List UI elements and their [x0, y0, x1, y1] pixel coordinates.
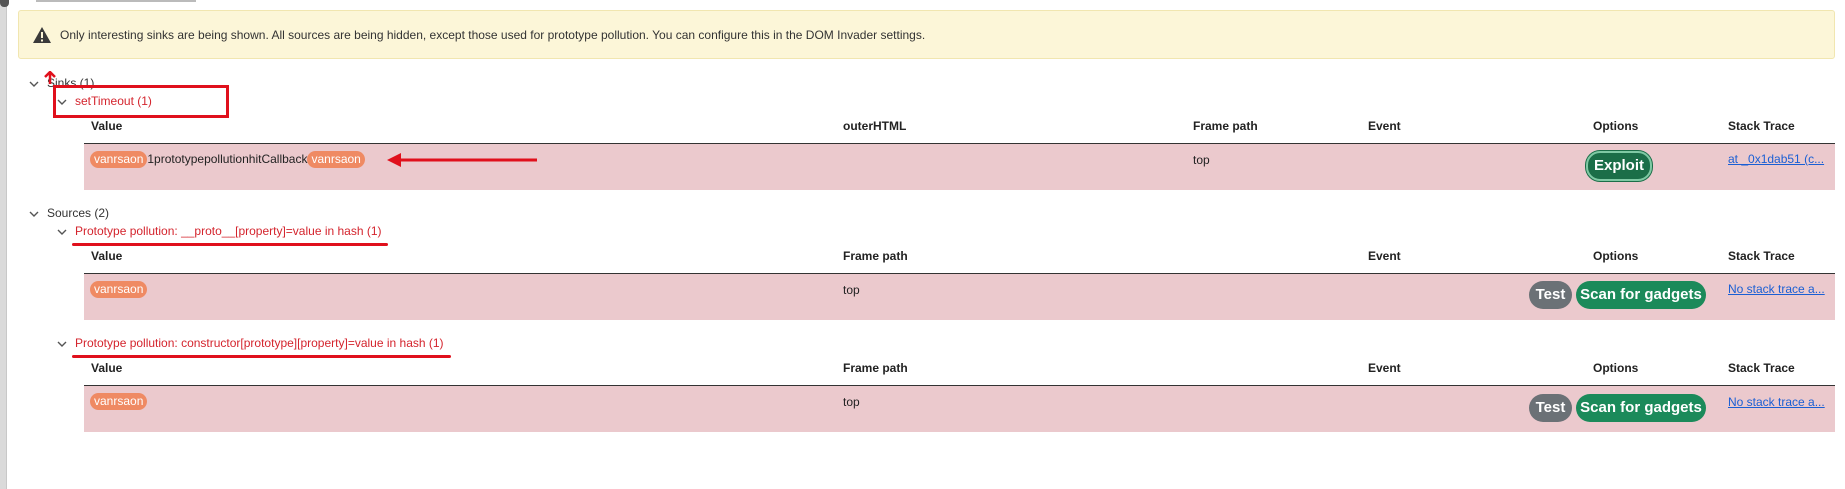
warning-icon [33, 27, 51, 43]
source-value: vanrsaon [90, 393, 148, 410]
table-row [84, 274, 1835, 320]
info-notice: Only interesting sinks are being shown. … [18, 10, 1835, 59]
source-constructor-label[interactable]: Prototype pollution: constructor[prototy… [75, 336, 444, 350]
sink-frame-path: top [1193, 153, 1210, 167]
notice-text: Only interesting sinks are being shown. … [60, 28, 926, 42]
source2-chevron-down-icon[interactable] [56, 338, 68, 350]
source-frame-path: top [843, 395, 860, 409]
annotation-underline [72, 243, 388, 246]
sources-group-label[interactable]: Sources (2) [47, 206, 109, 220]
sources-chevron-down-icon[interactable] [28, 208, 40, 220]
canary-tag: vanrsaon [90, 393, 148, 410]
canary-tag: vanrsaon [307, 151, 365, 168]
source-frame-path: top [843, 283, 860, 297]
col-outerhtml: outerHTML [843, 119, 907, 133]
annotation-underline [72, 355, 451, 358]
col-stack-trace: Stack Trace [1728, 361, 1795, 375]
test-button[interactable]: Test [1529, 394, 1572, 422]
left-gutter [0, 0, 7, 489]
source1-chevron-down-icon[interactable] [56, 226, 68, 238]
col-frame-path: Frame path [843, 361, 908, 375]
annotation-highlight-box [53, 85, 229, 118]
col-value: Value [91, 361, 123, 375]
col-event: Event [1368, 119, 1401, 133]
table-row [84, 386, 1835, 432]
sinks-chevron-down-icon[interactable] [28, 78, 40, 90]
sink-value-text: 1prototypepollutionhitCallback [147, 152, 308, 166]
annotation-arrow-icon [387, 153, 537, 167]
col-value: Value [91, 249, 123, 263]
sink-value: vanrsaon 1prototypepollutionhitCallback va… [90, 151, 365, 168]
stack-trace-link[interactable]: No stack trace a... [1728, 395, 1830, 409]
stack-trace-link[interactable]: No stack trace a... [1728, 282, 1830, 296]
col-options: Options [1593, 361, 1639, 375]
scan-for-gadgets-button[interactable]: Scan for gadgets [1576, 394, 1706, 422]
col-frame-path: Frame path [1193, 119, 1258, 133]
col-options: Options [1593, 249, 1639, 263]
source-value: vanrsaon [90, 281, 148, 298]
canary-tag: vanrsaon [90, 281, 148, 298]
col-stack-trace: Stack Trace [1728, 119, 1795, 133]
source-proto-label[interactable]: Prototype pollution: __proto__[property]… [75, 224, 382, 238]
top-edge-stub [36, 0, 196, 2]
col-frame-path: Frame path [843, 249, 908, 263]
col-value: Value [91, 119, 123, 133]
scan-for-gadgets-button[interactable]: Scan for gadgets [1576, 281, 1706, 309]
annotation-small-arrow-icon [44, 71, 56, 84]
test-button[interactable]: Test [1529, 281, 1572, 309]
gutter-marker [0, 0, 9, 7]
col-event: Event [1368, 361, 1401, 375]
stack-trace-link[interactable]: at _0x1dab51 (c... [1728, 152, 1830, 166]
exploit-button[interactable]: Exploit [1586, 151, 1652, 181]
canary-tag: vanrsaon [90, 151, 148, 168]
col-event: Event [1368, 249, 1401, 263]
col-options: Options [1593, 119, 1639, 133]
col-stack-trace: Stack Trace [1728, 249, 1795, 263]
